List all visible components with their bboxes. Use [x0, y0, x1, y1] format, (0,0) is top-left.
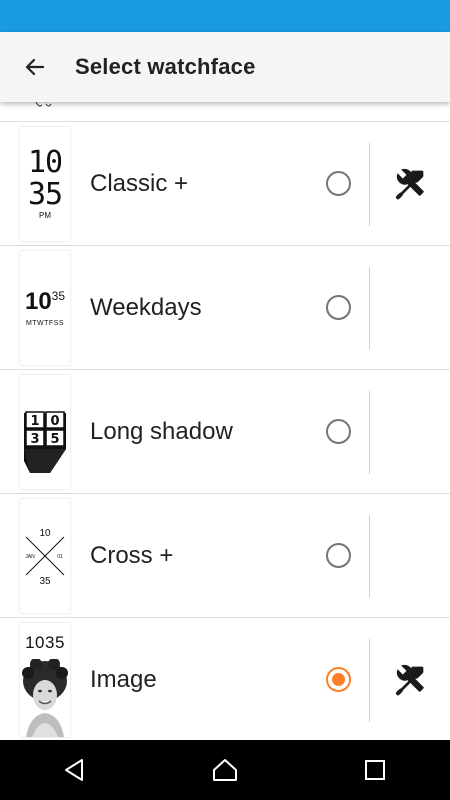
long-shadow-graphic: 1 0 3 5: [24, 411, 66, 473]
watchface-thumbnail: [20, 102, 70, 118]
thumb-minute: 35: [27, 177, 63, 212]
select-radio[interactable]: [326, 419, 351, 444]
divider: [369, 639, 370, 722]
select-radio[interactable]: [326, 171, 351, 196]
thumb-hour: 10: [27, 145, 63, 180]
page-title: Select watchface: [75, 54, 256, 79]
settings-button[interactable]: [385, 655, 435, 705]
radio-dot: [332, 673, 345, 686]
list-item-classic-plus[interactable]: 10 35 PM Classic +: [0, 122, 450, 246]
divider: [369, 143, 370, 226]
list-item-cross-plus[interactable]: 10 35 JAN 01 Cross +: [0, 494, 450, 618]
thumb-digit: 5: [50, 432, 59, 447]
watchface-thumbnail: 1035 MTWTFSS: [20, 251, 70, 365]
wrench-screwdriver-icon: [396, 664, 424, 696]
triangle-back-icon: [65, 759, 83, 781]
watchface-label: Weekdays: [90, 294, 202, 321]
thumb-days: MTWTFSS: [25, 319, 65, 327]
home-icon: [213, 759, 237, 781]
watchface-thumbnail: 10 35 PM: [20, 127, 70, 241]
thumb-time: 1035: [25, 633, 65, 652]
thumb-digit: 0: [50, 414, 59, 429]
list-item-partial[interactable]: [0, 102, 450, 122]
status-bar: [0, 0, 450, 32]
nav-back-button[interactable]: [35, 740, 115, 800]
watchface-thumbnail: 1 0 3 5: [20, 375, 70, 489]
thumb-time: 10: [24, 287, 52, 315]
watchface-label: Classic +: [90, 170, 189, 197]
nav-recents-button[interactable]: [335, 740, 415, 800]
watchface-thumbnail: 10 35 JAN 01: [20, 499, 70, 613]
portrait-image: [22, 659, 68, 737]
wrench-screwdriver-icon: [396, 168, 424, 200]
list-item-image[interactable]: 1035 Image: [0, 618, 450, 740]
divider: [369, 391, 370, 474]
nav-home-button[interactable]: [185, 740, 265, 800]
list-item-long-shadow[interactable]: 1 0 3 5 Long shadow: [0, 370, 450, 494]
watchface-label: Long shadow: [90, 418, 233, 445]
watchface-label: Image: [90, 666, 157, 693]
thumb-digit: 3: [30, 432, 39, 447]
list-item-weekdays[interactable]: 1035 MTWTFSS Weekdays: [0, 246, 450, 370]
thumb-ampm: PM: [39, 211, 51, 220]
thumb-minute: 35: [39, 576, 51, 587]
thumb-hour: 10: [39, 528, 51, 539]
divider: [369, 267, 370, 350]
settings-button[interactable]: [385, 159, 435, 209]
thumb-small: 35: [51, 288, 66, 303]
cross-graphic: 10 35 JAN 01: [25, 528, 65, 587]
thumb-month: JAN: [25, 554, 35, 560]
thumb-digit: 1: [30, 414, 39, 429]
back-button[interactable]: [0, 32, 70, 102]
app-bar: Select watchface: [0, 32, 450, 102]
thumb-day: 01: [57, 554, 63, 560]
watchface-label: Cross +: [90, 542, 174, 569]
select-radio[interactable]: [326, 543, 351, 568]
select-radio[interactable]: [326, 667, 351, 692]
square-recents-icon: [365, 760, 385, 780]
watchface-thumbnail: 1035: [20, 623, 70, 737]
select-radio[interactable]: [326, 295, 351, 320]
divider: [369, 515, 370, 598]
arrow-left-icon: [25, 58, 45, 76]
navigation-bar: [0, 740, 450, 800]
watchface-list[interactable]: 10 35 PM Classic + 1035 MTWTFSS Weekdays…: [0, 102, 450, 740]
